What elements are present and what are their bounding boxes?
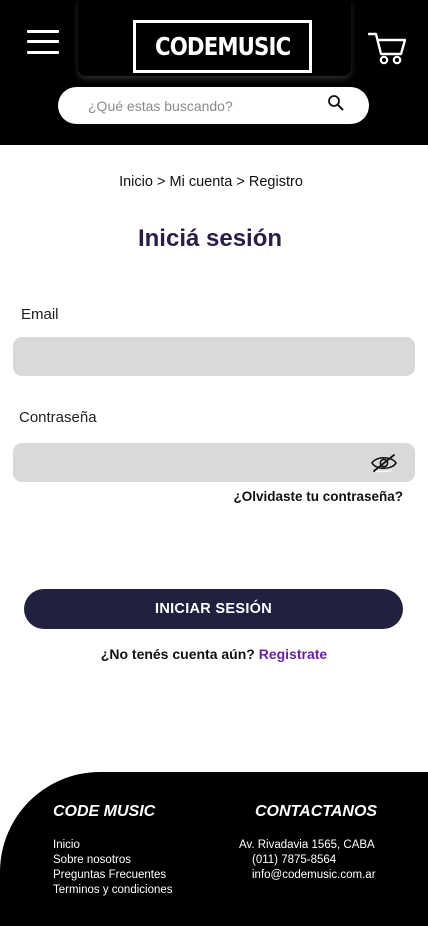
forgot-password-link[interactable]: ¿Olvidaste tu contraseña? <box>233 489 403 504</box>
breadcrumb-item-registro: Registro <box>248 174 303 190</box>
footer-phone[interactable]: (011) 7875-8564 <box>252 853 336 868</box>
hamburger-menu-icon[interactable] <box>27 30 59 54</box>
login-button[interactable]: INICIAR SESIÓN <box>24 589 403 629</box>
footer-link-preguntas-frecuentes[interactable]: Preguntas Frecuentes <box>53 868 173 883</box>
register-prompt-line: ¿No tenés cuenta aún? Registrate <box>0 646 428 662</box>
footer-link-inicio[interactable]: Inicio <box>53 838 173 853</box>
email-field[interactable] <box>13 337 415 376</box>
search-input[interactable] <box>88 87 328 124</box>
footer-links: Inicio Sobre nosotros Preguntas Frecuent… <box>53 838 173 898</box>
logo-text: CODEMUSIC <box>154 32 291 61</box>
password-label: Contraseña <box>19 409 97 426</box>
register-prompt: ¿No tenés cuenta aún? <box>100 646 255 662</box>
footer-email[interactable]: info@codemusic.com.ar <box>252 868 376 883</box>
page-title: Iniciá sesión <box>137 225 283 252</box>
breadcrumb-separator: > <box>236 174 245 190</box>
breadcrumb: Inicio > Mi cuenta > Registro <box>0 174 422 190</box>
breadcrumb-item-inicio[interactable]: Inicio <box>119 174 153 190</box>
footer-link-sobre-nosotros[interactable]: Sobre nosotros <box>53 853 173 868</box>
search-bar <box>58 87 369 124</box>
site-header: CODEMUSIC <box>0 0 428 145</box>
search-icon[interactable] <box>327 94 345 112</box>
password-field[interactable] <box>13 443 415 482</box>
breadcrumb-item-mi-cuenta[interactable]: Mi cuenta <box>169 174 232 190</box>
email-label: Email <box>21 306 59 323</box>
site-logo[interactable]: CODEMUSIC <box>133 20 312 73</box>
footer-brand-title: CODE MUSIC <box>53 803 156 820</box>
register-link[interactable]: Registrate <box>259 646 327 662</box>
site-footer: CODE MUSIC CONTACTANOS Inicio Sobre noso… <box>0 772 428 926</box>
footer-address: Av. Rivadavia 1565, CABA <box>239 839 375 851</box>
shopping-cart-icon[interactable] <box>368 30 406 66</box>
eye-slash-icon[interactable] <box>370 452 398 474</box>
footer-link-terminos[interactable]: Terminos y condiciones <box>53 883 173 898</box>
breadcrumb-separator: > <box>156 174 166 190</box>
footer-contact-title: CONTACTANOS <box>255 803 378 820</box>
